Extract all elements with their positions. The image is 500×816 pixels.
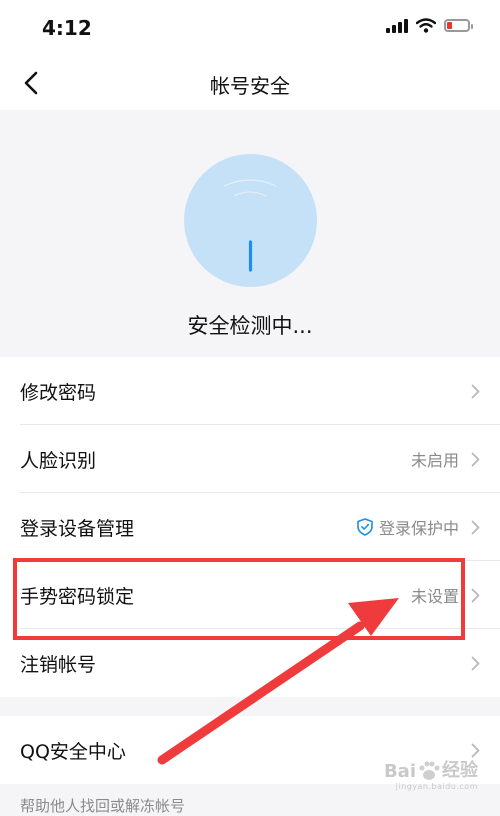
status-icons (386, 18, 473, 33)
row-label: 修改密码 (20, 381, 97, 404)
deactivate-account-row[interactable]: 注销帐号 (0, 629, 500, 697)
wifi-icon (416, 18, 436, 33)
qq-security-center-row[interactable]: QQ安全中心 (0, 716, 500, 784)
settings-list: 修改密码 人脸识别 未启用 登录设备管理 登录保护中 手势密码锁定 未设置 注销… (0, 357, 500, 697)
security-center-group: QQ安全中心 (0, 716, 500, 784)
chevron-right-icon (471, 384, 480, 399)
chevron-right-icon (471, 743, 480, 758)
battery-icon (444, 19, 473, 32)
status-bar: 4:12 (0, 0, 500, 56)
chevron-right-icon (471, 656, 480, 671)
chevron-right-icon (471, 588, 480, 603)
row-value: 未设置 (410, 587, 459, 606)
face-recognition-row[interactable]: 人脸识别 未启用 (0, 425, 500, 493)
row-value: 登录保护中 (378, 519, 459, 538)
login-device-management-row[interactable]: 登录设备管理 登录保护中 (0, 493, 500, 561)
row-label: QQ安全中心 (20, 740, 126, 763)
signal-icon (386, 18, 408, 33)
scan-indicator-icon (223, 179, 277, 272)
row-label: 手势密码锁定 (20, 585, 135, 608)
row-value: 未启用 (410, 451, 459, 470)
scan-status-text: 安全检测中... (187, 314, 313, 338)
change-password-row[interactable]: 修改密码 (0, 357, 500, 425)
chevron-right-icon (471, 520, 480, 535)
scan-progress-circle (184, 154, 317, 287)
page-title: 帐号安全 (210, 74, 290, 98)
row-label: 注销帐号 (20, 653, 97, 676)
status-time: 4:12 (42, 16, 92, 40)
gesture-password-lock-row[interactable]: 手势密码锁定 未设置 (0, 561, 500, 629)
row-label: 登录设备管理 (20, 517, 135, 540)
shield-check-icon (357, 518, 373, 536)
footer-hint: 帮助他人找回或解冻帐号 (20, 797, 186, 815)
chevron-right-icon (471, 452, 480, 467)
nav-bar: 帐号安全 (0, 56, 500, 110)
row-label: 人脸识别 (20, 449, 97, 472)
security-scan-area: 安全检测中... (0, 110, 500, 355)
